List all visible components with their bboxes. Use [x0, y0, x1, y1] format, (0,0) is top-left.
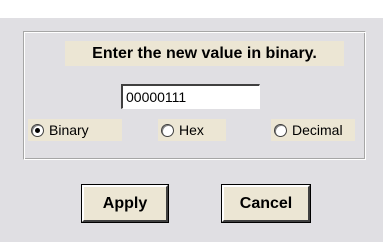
apply-button[interactable]: Apply [81, 184, 169, 223]
radio-selected-icon [31, 123, 44, 137]
radio-hex-label: Hex [179, 122, 204, 138]
value-group-box: Enter the new value in binary. Binary He… [23, 31, 366, 160]
value-input[interactable] [121, 84, 260, 109]
radio-unselected-icon [274, 123, 287, 137]
radio-unselected-icon [161, 123, 174, 137]
binary-value-dialog: Enter the new value in binary. Binary He… [0, 18, 383, 242]
radio-binary[interactable]: Binary [28, 119, 122, 141]
radio-binary-label: Binary [49, 122, 89, 138]
prompt-label: Enter the new value in binary. [65, 41, 344, 66]
cancel-button[interactable]: Cancel [221, 184, 311, 223]
radio-decimal-label: Decimal [292, 122, 343, 138]
radio-decimal[interactable]: Decimal [271, 119, 355, 141]
radio-hex[interactable]: Hex [158, 119, 226, 141]
